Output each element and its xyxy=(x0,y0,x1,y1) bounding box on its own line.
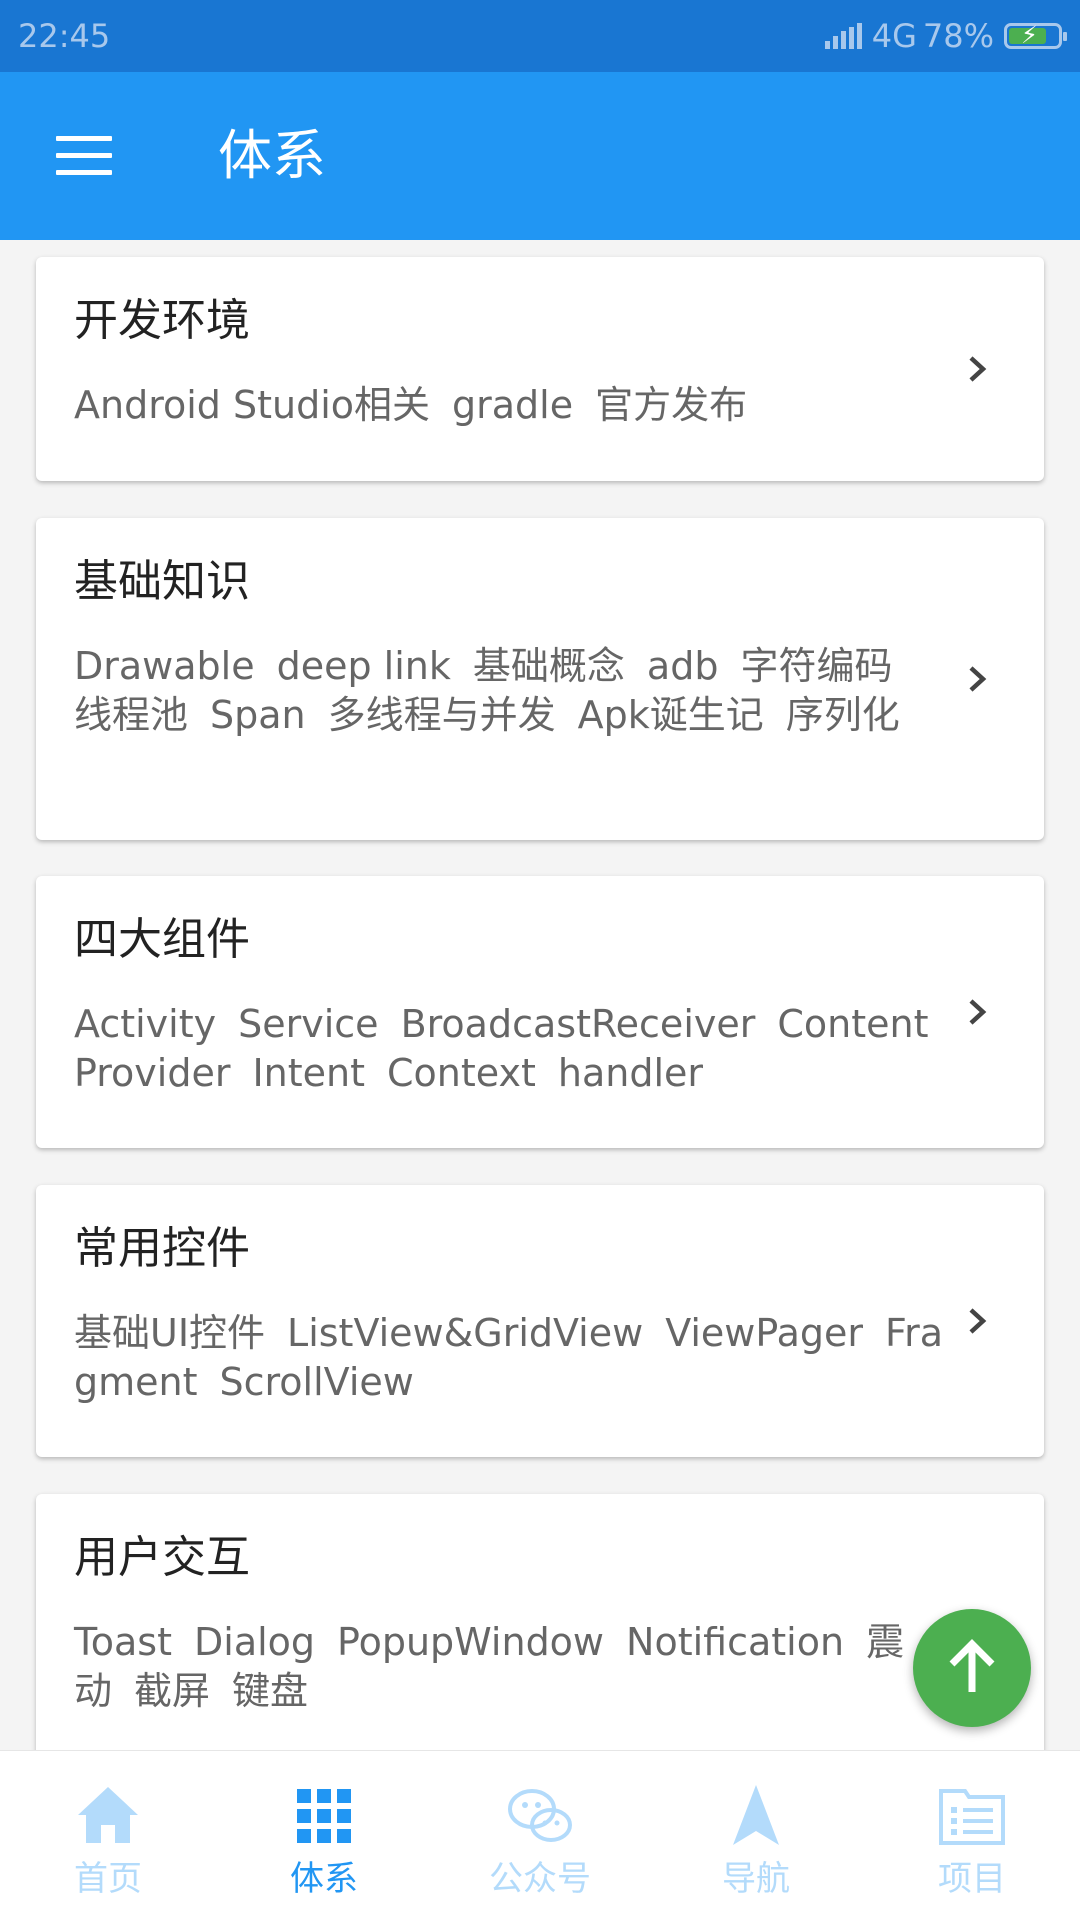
category-tag: Context xyxy=(387,1051,536,1095)
category-tag: 基础UI控件 xyxy=(74,1311,266,1355)
category-tag: 官方发布 xyxy=(595,383,748,427)
category-tag: Apk诞生记 xyxy=(577,693,764,737)
tab-home[interactable]: 首页 xyxy=(0,1751,216,1921)
category-tags: Android Studio相关 gradle 官方发布 xyxy=(74,381,944,430)
category-tag: ListView&GridView xyxy=(287,1311,644,1355)
signal-icon xyxy=(824,23,862,49)
category-tags: Toast Dialog PopupWindow Notification 震动 截屏 键盘 xyxy=(74,1618,944,1716)
category-tag: 键盘 xyxy=(232,1669,309,1713)
project-list-icon xyxy=(939,1789,1005,1845)
category-tag: Notification xyxy=(626,1620,845,1664)
grid-icon xyxy=(297,1789,351,1843)
status-bar: 22:45 4G 78% ⚡ xyxy=(0,0,1080,72)
category-title: 用户交互 xyxy=(74,1532,250,1583)
tab-label: 项目 xyxy=(938,1859,1006,1899)
chevron-right-icon xyxy=(964,356,990,382)
category-tags: Activity Service BroadcastReceiver ContentP… xyxy=(74,1000,944,1098)
tab-label: 导航 xyxy=(722,1859,790,1899)
category-tag: handler xyxy=(557,1051,704,1095)
category-tag: Service xyxy=(238,1002,379,1046)
category-title: 基础知识 xyxy=(74,556,250,607)
battery-percent: 78% xyxy=(922,17,994,55)
navigation-icon xyxy=(733,1785,779,1845)
page-title: 体系 xyxy=(218,124,326,187)
tab-official-accounts[interactable]: 公众号 xyxy=(432,1751,648,1921)
wechat-icon xyxy=(508,1789,572,1842)
tab-system[interactable]: 体系 xyxy=(216,1751,432,1921)
category-tag: deep link xyxy=(276,644,451,688)
category-tag: 序列化 xyxy=(785,693,900,737)
category-tag: BroadcastReceiver xyxy=(400,1002,756,1046)
category-tag: Span xyxy=(210,693,306,737)
network-type: 4G xyxy=(871,17,917,55)
category-tag: ScrollView xyxy=(219,1360,414,1404)
category-tag: 多线程与并发 xyxy=(327,693,556,737)
category-tags: 基础UI控件 ListView&GridView ViewPager Fragment… xyxy=(74,1309,944,1407)
category-title: 常用控件 xyxy=(74,1223,250,1274)
menu-icon[interactable] xyxy=(56,136,112,176)
chevron-right-icon xyxy=(964,666,990,692)
chevron-right-icon xyxy=(964,999,990,1025)
category-tag: ViewPager xyxy=(665,1311,863,1355)
category-tag: Intent xyxy=(252,1051,366,1095)
battery-icon: ⚡ xyxy=(1004,22,1067,49)
category-tag: 基础概念 xyxy=(472,644,625,688)
category-tag: gradle xyxy=(452,383,574,427)
category-card[interactable]: 四大组件 Activity Service BroadcastReceiver Con… xyxy=(36,876,1044,1148)
tab-label: 首页 xyxy=(74,1859,142,1899)
home-icon xyxy=(78,1787,138,1843)
status-time: 22:45 xyxy=(18,17,111,55)
tab-navigation[interactable]: 导航 xyxy=(648,1751,864,1921)
app-toolbar: 体系 xyxy=(0,72,1080,240)
chevron-right-icon xyxy=(964,1308,990,1334)
category-tag: PopupWindow xyxy=(337,1620,605,1664)
scroll-to-top-button[interactable] xyxy=(913,1609,1031,1727)
category-tag: Toast xyxy=(74,1620,172,1664)
category-title: 开发环境 xyxy=(74,295,250,346)
category-card[interactable]: 开发环境 Android Studio相关 gradle 官方发布 xyxy=(36,257,1044,481)
category-tag: Android Studio相关 xyxy=(74,383,431,427)
arrow-up-icon xyxy=(949,1639,995,1692)
category-tag: Dialog xyxy=(194,1620,316,1664)
bottom-navigation: 首页 体系 公众号 导航 项目 xyxy=(0,1750,1080,1921)
category-title: 四大组件 xyxy=(74,914,250,965)
tab-projects[interactable]: 项目 xyxy=(864,1751,1080,1921)
category-card[interactable]: 常用控件 基础UI控件 ListView&GridView ViewPager Fra… xyxy=(36,1185,1044,1457)
category-tag: Activity xyxy=(74,1002,217,1046)
category-tag: 线程池 xyxy=(74,693,189,737)
tab-label: 公众号 xyxy=(489,1859,591,1899)
category-tag: 字符编码 xyxy=(740,644,893,688)
category-tag: Drawable xyxy=(74,644,255,688)
category-card[interactable]: 用户交互 Toast Dialog PopupWindow Notification 震… xyxy=(36,1494,1044,1750)
category-list[interactable]: 开发环境 Android Studio相关 gradle 官方发布 基础知识 Dra… xyxy=(0,240,1080,1750)
category-tag: 截屏 xyxy=(134,1669,211,1713)
category-card[interactable]: 基础知识 Drawable deep link 基础概念 adb 字符编码线程池 Span… xyxy=(36,518,1044,840)
tab-label: 体系 xyxy=(290,1859,358,1899)
status-indicators: 4G 78% ⚡ xyxy=(824,0,1067,72)
category-tags: Drawable deep link 基础概念 adb 字符编码线程池 Span 多线程与并… xyxy=(74,642,944,740)
category-tag: adb xyxy=(646,644,719,688)
